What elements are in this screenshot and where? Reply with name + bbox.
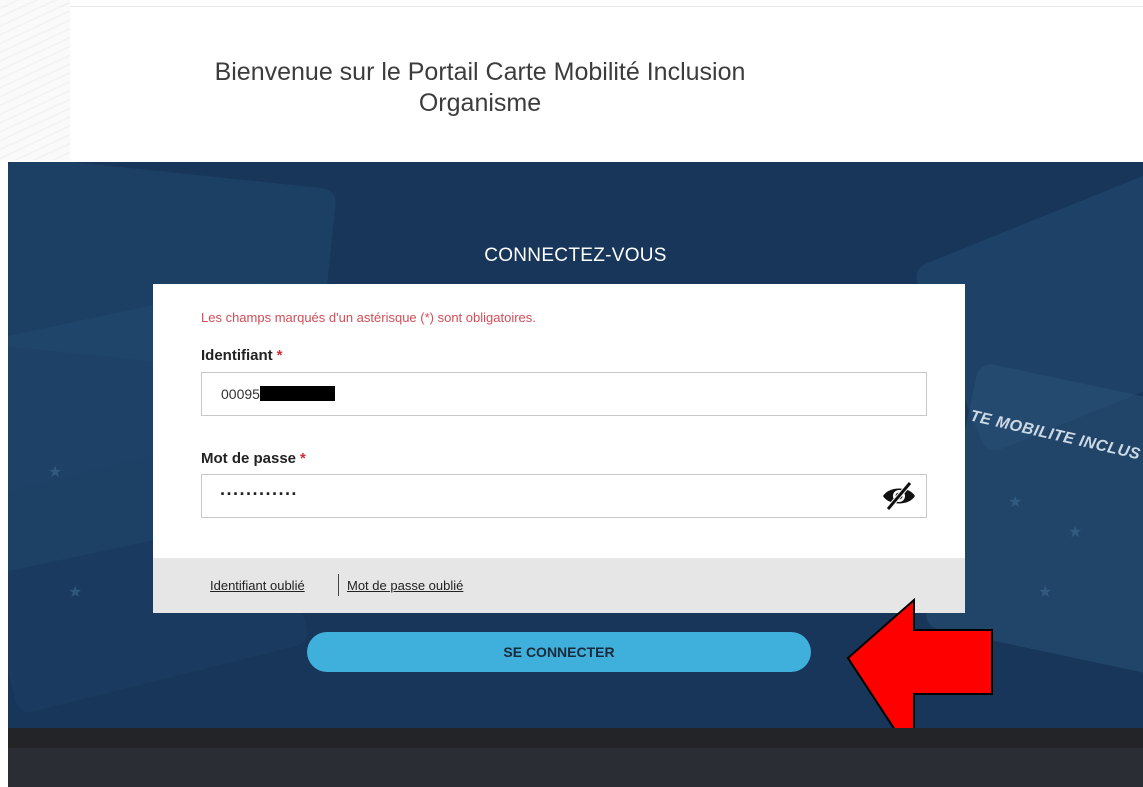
star-icon: ★ (48, 464, 63, 481)
star-icon: ★ (68, 584, 83, 601)
identifiant-value: 00095 (221, 386, 335, 402)
star-icon: ★ (1038, 584, 1053, 601)
top-divider (0, 6, 1143, 7)
login-title: CONNECTEZ-VOUS (484, 245, 667, 266)
password-input[interactable]: ············ (201, 474, 927, 518)
required-star: * (276, 347, 283, 364)
star-icon: ★ (1008, 494, 1023, 511)
identifiant-input[interactable]: 00095 (201, 372, 927, 416)
redaction-block (259, 386, 335, 401)
forgot-identifiant-link[interactable]: Identifiant oublié (210, 578, 305, 593)
identifiant-label: Identifiant * (201, 347, 283, 364)
footer-bar-top (8, 728, 1143, 748)
decorative-pattern (0, 0, 70, 160)
password-label-text: Mot de passe (201, 450, 297, 467)
login-button[interactable]: SE CONNECTER (307, 632, 811, 672)
link-separator (338, 574, 339, 596)
page-title-line2: Organisme (418, 89, 542, 117)
password-label: Mot de passe * (201, 450, 306, 467)
password-value: ············ (220, 484, 298, 504)
panel-footer: Identifiant oublié Mot de passe oublié (153, 558, 965, 613)
required-fields-note: Les champs marqués d'un astérisque (*) s… (201, 310, 536, 325)
page-title-line1: Bienvenue sur le Portail Carte Mobilité … (214, 58, 746, 86)
footer-bar (8, 748, 1143, 787)
identifiant-label-text: Identifiant (201, 347, 273, 364)
forgot-password-link[interactable]: Mot de passe oublié (347, 578, 463, 593)
eye-slash-icon[interactable] (880, 481, 918, 511)
required-star: * (300, 450, 306, 467)
page-title: Bienvenue sur le Portail Carte Mobilité … (140, 57, 820, 119)
star-icon: ★ (1068, 524, 1083, 541)
identifiant-value-text: 00095 (221, 386, 260, 402)
login-panel: Les champs marqués d'un astérisque (*) s… (153, 284, 965, 613)
